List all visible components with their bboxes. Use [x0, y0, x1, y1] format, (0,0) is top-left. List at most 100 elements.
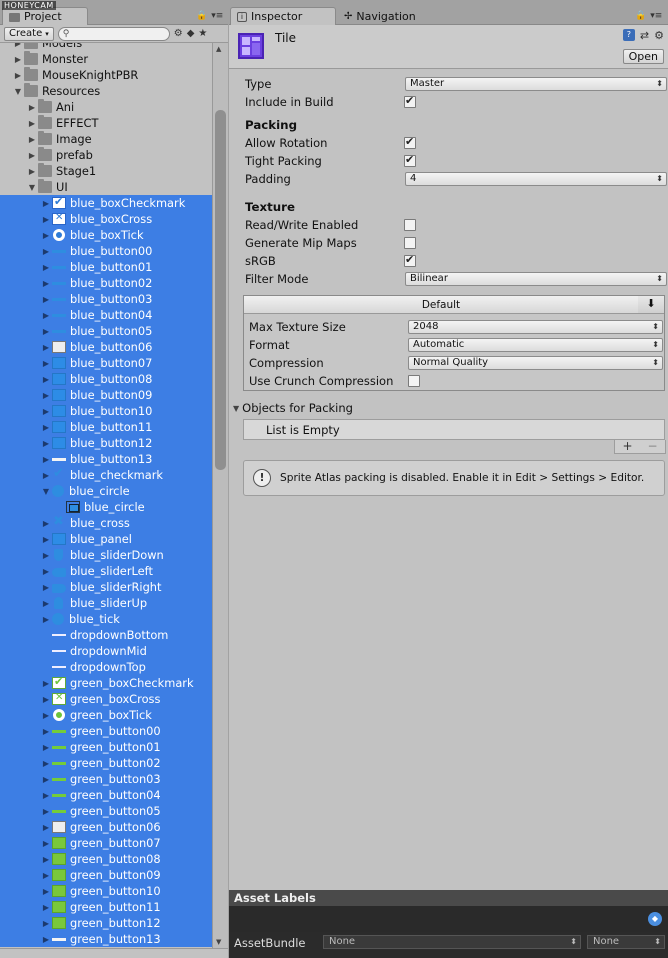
- tree-asset-item[interactable]: ▶ green_button09: [0, 867, 212, 883]
- tree-asset-item[interactable]: blue_circle: [0, 499, 212, 515]
- foldout-right-icon[interactable]: ▶: [27, 151, 37, 160]
- favorite-star-icon[interactable]: ★: [198, 28, 207, 39]
- tree-asset-item[interactable]: ▶ blue_button04: [0, 307, 212, 323]
- filter-mode-dropdown[interactable]: Bilinear ⬍: [405, 272, 667, 286]
- format-dropdown[interactable]: Automatic ⬍: [408, 338, 663, 352]
- tree-asset-item[interactable]: ▶ green_boxCheckmark: [0, 675, 212, 691]
- tree-asset-item[interactable]: ▶ blue_boxCheckmark: [0, 195, 212, 211]
- foldout-right-icon[interactable]: ▶: [41, 263, 51, 272]
- foldout-right-icon[interactable]: ▶: [41, 871, 51, 880]
- mip-maps-checkbox[interactable]: [404, 237, 416, 249]
- project-search-input[interactable]: ⚲: [57, 26, 170, 41]
- tree-asset-item[interactable]: ▶ blue_boxCross: [0, 211, 212, 227]
- tree-asset-item[interactable]: ▶ green_button00: [0, 723, 212, 739]
- foldout-right-icon[interactable]: ▶: [41, 599, 51, 608]
- tree-asset-item[interactable]: ▶ blue_button06: [0, 339, 212, 355]
- foldout-right-icon[interactable]: ▶: [41, 791, 51, 800]
- foldout-right-icon[interactable]: ▶: [41, 807, 51, 816]
- foldout-down-icon[interactable]: ▼: [41, 487, 51, 496]
- type-dropdown[interactable]: Master ⬍: [405, 77, 667, 91]
- tree-asset-item[interactable]: ▶ green_button10: [0, 883, 212, 899]
- tab-inspector[interactable]: i Inspector: [230, 7, 336, 25]
- tree-folder-item[interactable]: ▼ Resources: [0, 83, 212, 99]
- tree-asset-item[interactable]: ▶ green_button02: [0, 755, 212, 771]
- foldout-right-icon[interactable]: ▶: [41, 935, 51, 944]
- foldout-right-icon[interactable]: ▶: [41, 215, 51, 224]
- foldout-right-icon[interactable]: ▶: [41, 327, 51, 336]
- asset-bundle-name-dropdown[interactable]: None ⬍: [323, 935, 581, 949]
- add-item-button[interactable]: +: [622, 440, 632, 453]
- tree-asset-item[interactable]: ▶ blue_button01: [0, 259, 212, 275]
- tree-asset-item[interactable]: ▶ blue_button12: [0, 435, 212, 451]
- tree-asset-item[interactable]: ▶ blue_button00: [0, 243, 212, 259]
- foldout-right-icon[interactable]: ▶: [27, 167, 37, 176]
- tree-asset-item[interactable]: ▶ blue_sliderLeft: [0, 563, 212, 579]
- foldout-right-icon[interactable]: ▶: [41, 551, 51, 560]
- tree-asset-item[interactable]: ▶ blue_button11: [0, 419, 212, 435]
- read-write-checkbox[interactable]: [404, 219, 416, 231]
- foldout-right-icon[interactable]: ▶: [41, 839, 51, 848]
- foldout-right-icon[interactable]: ▶: [41, 567, 51, 576]
- objects-for-packing-foldout[interactable]: ▼ Objects for Packing: [233, 401, 353, 415]
- tree-asset-item[interactable]: ▶ green_button01: [0, 739, 212, 755]
- foldout-right-icon[interactable]: ▶: [41, 359, 51, 368]
- foldout-right-icon[interactable]: ▶: [41, 519, 51, 528]
- tree-asset-item[interactable]: ▶ blue_button08: [0, 371, 212, 387]
- tree-folder-item[interactable]: ▶ Ani: [0, 99, 212, 115]
- lock-icon[interactable]: 🔒: [635, 11, 646, 21]
- tree-folder-item[interactable]: ▶ MouseKnightPBR: [0, 67, 212, 83]
- tree-asset-item[interactable]: ▶ green_boxCross: [0, 691, 212, 707]
- foldout-right-icon[interactable]: ▶: [41, 759, 51, 768]
- foldout-right-icon[interactable]: ▶: [41, 231, 51, 240]
- foldout-right-icon[interactable]: ▶: [41, 823, 51, 832]
- foldout-right-icon[interactable]: ▶: [41, 199, 51, 208]
- foldout-right-icon[interactable]: ▶: [41, 711, 51, 720]
- foldout-right-icon[interactable]: ▶: [41, 855, 51, 864]
- tree-asset-item[interactable]: ▶ blue_button05: [0, 323, 212, 339]
- tree-asset-item[interactable]: ▶ blue_button09: [0, 387, 212, 403]
- scroll-down-arrow-icon[interactable]: ▼: [216, 938, 221, 946]
- foldout-right-icon[interactable]: ▶: [13, 71, 23, 80]
- tree-asset-item[interactable]: ▶ green_button11: [0, 899, 212, 915]
- tree-asset-item[interactable]: ▶ blue_boxTick: [0, 227, 212, 243]
- foldout-right-icon[interactable]: ▶: [27, 103, 37, 112]
- foldout-right-icon[interactable]: ▶: [13, 55, 23, 64]
- tree-asset-item[interactable]: ▶ blue_sliderRight: [0, 579, 212, 595]
- tree-asset-item[interactable]: ▶ blue_sliderDown: [0, 547, 212, 563]
- foldout-right-icon[interactable]: ▶: [41, 679, 51, 688]
- tab-navigation[interactable]: ✢ Navigation: [337, 7, 447, 25]
- tree-asset-item[interactable]: ▶ green_button12: [0, 915, 212, 931]
- scrollbar-thumb[interactable]: [215, 110, 226, 470]
- tree-asset-item[interactable]: ▶ green_button05: [0, 803, 212, 819]
- foldout-right-icon[interactable]: ▶: [41, 583, 51, 592]
- tree-asset-item[interactable]: ▶ green_button03: [0, 771, 212, 787]
- tree-folder-item[interactable]: ▶ EFFECT: [0, 115, 212, 131]
- panel-menu-icon[interactable]: ▾≡: [650, 11, 662, 21]
- foldout-right-icon[interactable]: ▶: [41, 455, 51, 464]
- tree-asset-item[interactable]: dropdownBottom: [0, 627, 212, 643]
- foldout-right-icon[interactable]: ▶: [41, 919, 51, 928]
- tight-packing-checkbox[interactable]: [404, 153, 416, 167]
- foldout-down-icon[interactable]: ▼: [27, 183, 37, 192]
- foldout-right-icon[interactable]: ▶: [41, 903, 51, 912]
- srgb-checkbox[interactable]: [404, 253, 416, 267]
- foldout-right-icon[interactable]: ▶: [41, 407, 51, 416]
- tree-folder-item[interactable]: ▶ prefab: [0, 147, 212, 163]
- scroll-up-arrow-icon[interactable]: ▲: [216, 45, 221, 53]
- open-button[interactable]: Open: [622, 49, 664, 64]
- asset-bundle-variant-dropdown[interactable]: None ⬍: [587, 935, 665, 949]
- tag-icon[interactable]: ◆: [648, 912, 662, 926]
- tree-asset-item[interactable]: ▶ blue_button02: [0, 275, 212, 291]
- tree-asset-item[interactable]: ▶ green_button06: [0, 819, 212, 835]
- foldout-right-icon[interactable]: ▶: [41, 439, 51, 448]
- foldout-right-icon[interactable]: ▶: [27, 119, 37, 128]
- foldout-right-icon[interactable]: ▶: [41, 375, 51, 384]
- tree-asset-item[interactable]: ▶ blue_tick: [0, 611, 212, 627]
- foldout-right-icon[interactable]: ▶: [41, 343, 51, 352]
- tree-asset-item[interactable]: ▶ green_button07: [0, 835, 212, 851]
- foldout-right-icon[interactable]: ▶: [41, 279, 51, 288]
- foldout-right-icon[interactable]: ▶: [41, 615, 51, 624]
- download-icon[interactable]: ⬇: [638, 296, 664, 314]
- crunch-checkbox[interactable]: [408, 375, 420, 387]
- panel-menu-icon[interactable]: ▾≡: [211, 11, 223, 21]
